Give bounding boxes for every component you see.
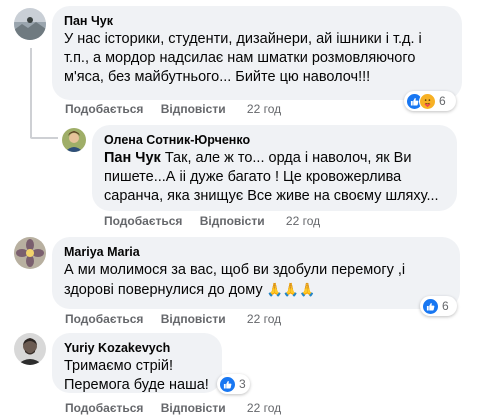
comment-line: пишете...А іі дуже багато ! Це кровожерл… — [104, 169, 402, 185]
avatar[interactable] — [14, 8, 46, 40]
comment-line: м'яса, без майбутнього... Бийте цю навол… — [64, 69, 371, 85]
reply-thread-line — [30, 137, 58, 139]
comment-line: Перемога буде наша! — [64, 377, 209, 393]
avatar-photo-icon — [62, 128, 86, 152]
comment-bubble: Пан Чук У нас історики, студенти, дизайн… — [52, 6, 462, 100]
comment-author[interactable]: Mariya Maria — [64, 244, 448, 261]
like-button[interactable]: Подобається — [104, 214, 182, 228]
avatar-photo-icon — [14, 8, 46, 40]
reaction-count: 6 — [442, 299, 449, 313]
comment-bubble: Mariya Maria А ми молимося за вас, щоб в… — [52, 237, 460, 309]
avatar[interactable] — [14, 333, 46, 365]
reply-button[interactable]: Відповісти — [161, 312, 226, 326]
reply-button[interactable]: Відповісти — [161, 401, 226, 415]
comment-text: Тримаємо стрій! Перемога буде наша! — [64, 357, 210, 395]
avatar[interactable] — [62, 128, 86, 152]
comment-timestamp[interactable]: 22 год — [247, 102, 281, 116]
reaction-summary[interactable]: 3 — [217, 374, 250, 394]
comment-text: А ми молимося за вас, щоб ви здобули пер… — [64, 261, 448, 300]
reply-button[interactable]: Відповісти — [161, 102, 226, 116]
comment-text: Пан Чук Так, але ж то... орда і наволоч,… — [104, 149, 445, 206]
comment-actions: Подобається Відповісти 22 год — [65, 401, 281, 415]
like-button[interactable]: Подобається — [65, 312, 143, 326]
comment-line: А ми молимося за вас, щоб ви здобули пер… — [64, 262, 406, 278]
comment-timestamp[interactable]: 22 год — [286, 214, 320, 228]
care-icon — [419, 92, 436, 110]
avatar[interactable] — [14, 237, 46, 269]
reaction-count: 3 — [239, 377, 246, 391]
comment-line: Пан Чук Так, але ж то... орда і наволоч,… — [104, 149, 445, 168]
comment-author[interactable]: Пан Чук — [64, 13, 450, 30]
comment-line-text: Так, але ж то... орда і наволоч, як Ви — [164, 150, 412, 166]
comment-line-text: здорові повернулися до дому — [64, 282, 263, 298]
avatar-photo-icon — [14, 333, 46, 365]
comment-bubble: Yuriy Kozakevych Тримаємо стрій! Перемог… — [52, 333, 222, 393]
comment-line: т.п., а мордор надсилає нам шматки розмо… — [64, 50, 416, 66]
comment-actions: Подобається Відповісти 22 год — [65, 312, 281, 326]
comment-author[interactable]: Yuriy Kozakevych — [64, 340, 210, 357]
comment-line: У нас історики, студенти, дизайнери, ай … — [64, 31, 422, 47]
reply-thread-line — [30, 48, 32, 138]
comment-line: здорові повернулися до дому 🙏🙏🙏 — [64, 280, 448, 300]
comment-author[interactable]: Олена Сотник-Юрченко — [104, 132, 445, 149]
reaction-summary[interactable]: 6 — [404, 91, 456, 111]
comment-text: У нас історики, студенти, дизайнери, ай … — [64, 30, 450, 87]
comment-actions: Подобається Відповісти 22 год — [65, 102, 281, 116]
reply-button[interactable]: Відповісти — [200, 214, 265, 228]
like-icon — [219, 375, 236, 393]
comment-actions: Подобається Відповісти 22 год — [104, 214, 320, 228]
mention-link[interactable]: Пан Чук — [104, 150, 161, 166]
reaction-summary[interactable]: 6 — [420, 296, 457, 316]
reaction-count: 6 — [439, 94, 446, 108]
comment-timestamp[interactable]: 22 год — [247, 401, 281, 415]
like-button[interactable]: Подобається — [65, 401, 143, 415]
avatar-photo-icon — [14, 237, 46, 269]
comment-timestamp[interactable]: 22 год — [247, 312, 281, 326]
folded-hands-icon: 🙏🙏🙏 — [266, 282, 316, 297]
comment-line: Тримаємо стрій! — [64, 358, 174, 374]
comment-bubble: Олена Сотник-Юрченко Пан Чук Так, але ж … — [92, 125, 457, 211]
like-icon — [422, 297, 439, 315]
comment-line: саранча, яка знищує Все живе на своєму ш… — [104, 188, 439, 204]
like-button[interactable]: Подобається — [65, 102, 143, 116]
